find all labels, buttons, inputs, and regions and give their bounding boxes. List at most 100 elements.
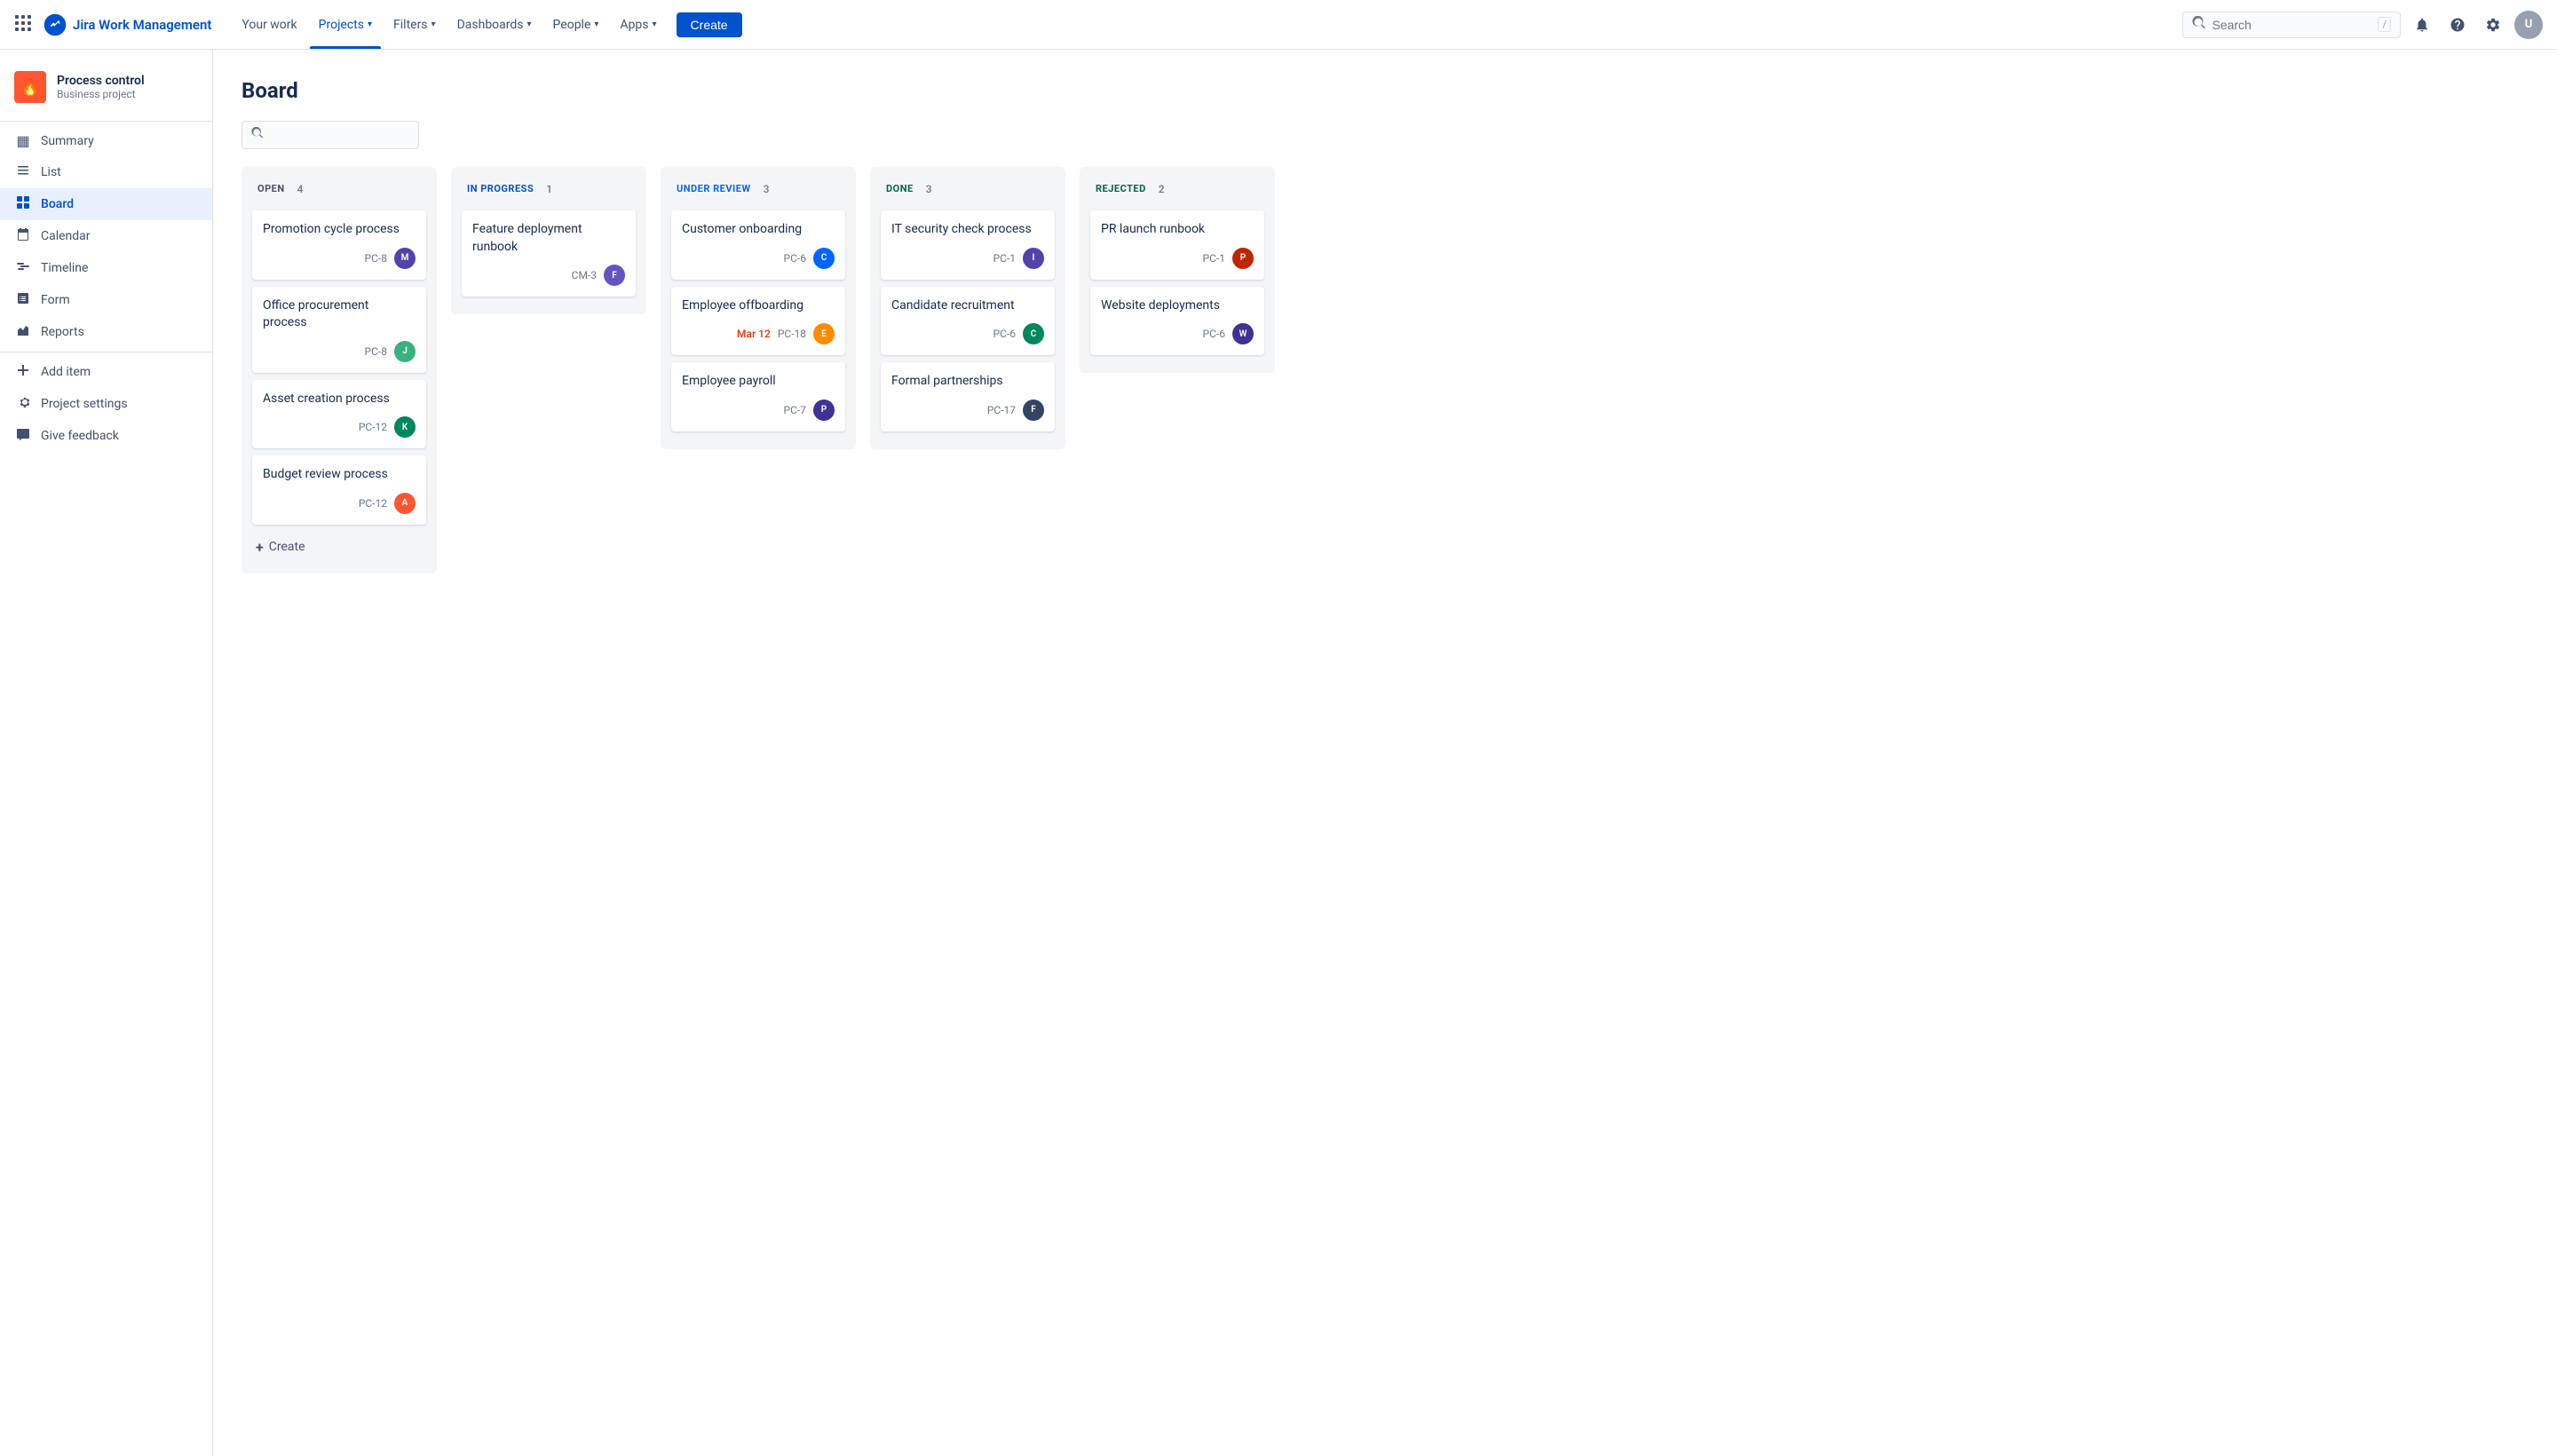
create-label: Create — [269, 540, 305, 554]
card-title: Promotion cycle process — [263, 221, 416, 239]
grid-icon[interactable] — [14, 14, 32, 36]
card-title: Candidate recruitment — [891, 297, 1044, 315]
sidebar-item-reports[interactable]: Reports — [0, 316, 212, 348]
card-footer: PC-12A — [263, 493, 416, 514]
card-title: Feature deployment runbook — [472, 221, 625, 256]
card-avatar: C — [1023, 323, 1044, 344]
card-id: PC-6 — [1203, 328, 1225, 340]
card-avatar: M — [394, 248, 416, 269]
board-card[interactable]: PR launch runbookPC-1P — [1090, 210, 1264, 280]
card-id: PC-1 — [1203, 252, 1225, 265]
card-id: PC-7 — [784, 404, 806, 416]
card-title: Formal partnerships — [891, 373, 1044, 391]
board-card[interactable]: Promotion cycle process PC-8 M — [252, 210, 426, 280]
search-input[interactable] — [2212, 18, 2372, 32]
column-header-in-progress: IN PROGRESS1 — [462, 178, 636, 200]
column-label-under-review: UNDER REVIEW — [671, 181, 756, 196]
board-card[interactable]: IT security check process PC-1 I — [881, 210, 1055, 280]
board-card[interactable]: Employee offboardingMar 12PC-18E — [671, 287, 845, 356]
nav-projects[interactable]: Projects ▾ — [310, 12, 381, 37]
calendar-icon — [14, 227, 32, 245]
card-avatar: E — [813, 323, 835, 344]
board-card[interactable]: Asset creation process PC-12 K — [252, 380, 426, 449]
sidebar-item-timeline[interactable]: Timeline — [0, 252, 212, 284]
nav-people[interactable]: People ▾ — [544, 12, 608, 37]
column-label-in-progress: IN PROGRESS — [462, 181, 539, 196]
sidebar-item-add-item[interactable]: Add item — [0, 356, 212, 388]
create-card-button[interactable]: + Create — [252, 532, 426, 563]
card-avatar: I — [1023, 248, 1044, 269]
card-footer: PC-1 I — [891, 248, 1044, 269]
reports-icon — [14, 323, 32, 341]
card-footer: PC-7P — [682, 400, 835, 421]
notifications-button[interactable] — [2408, 11, 2436, 39]
card-id: PC-17 — [987, 404, 1016, 416]
board-card[interactable]: Customer onboardingPC-6C — [671, 210, 845, 280]
topnav: Jira Work Management Your work Projects … — [0, 0, 2557, 50]
column-count-open: 4 — [297, 183, 304, 195]
board-card[interactable]: Website deployments PC-6W — [1090, 287, 1264, 356]
card-avatar: F — [1023, 400, 1044, 421]
card-title: Customer onboarding — [682, 221, 835, 239]
card-id: PC-8 — [365, 252, 387, 265]
filters-chevron-icon: ▾ — [431, 20, 436, 29]
card-id: CM-3 — [572, 269, 597, 281]
topnav-nav: Your work Projects ▾ Filters ▾ Dashboard… — [233, 12, 2182, 37]
board-columns: OPEN 4 Promotion cycle process PC-8 M Office … — [241, 167, 2529, 574]
board-search-input[interactable] — [269, 128, 409, 142]
column-label-done: DONE — [881, 181, 919, 196]
sidebar-item-give-feedback[interactable]: Give feedback — [0, 420, 212, 452]
board-card[interactable]: Candidate recruitment PC-6C — [881, 287, 1055, 356]
column-under-review: UNDER REVIEW3Customer onboardingPC-6CEmp… — [661, 167, 856, 449]
card-title: Website deployments — [1101, 297, 1254, 315]
summary-icon: ▦ — [14, 132, 32, 149]
card-avatar: C — [813, 248, 835, 269]
card-id: PC-12 — [359, 421, 387, 433]
column-label-open: OPEN — [252, 181, 290, 196]
card-footer: PC-6C — [891, 323, 1044, 344]
nav-apps[interactable]: Apps ▾ — [611, 12, 665, 37]
board-card[interactable]: Formal partnerships PC-17 F — [881, 362, 1055, 431]
column-done: DONE3IT security check processPC-1ICandi… — [870, 167, 1065, 449]
board-card[interactable]: Employee payrollPC-7P — [671, 362, 845, 431]
logo[interactable]: Jira Work Management — [43, 12, 211, 37]
nav-filters[interactable]: Filters ▾ — [384, 12, 445, 37]
search-bar[interactable]: / — [2182, 12, 2401, 38]
help-button[interactable] — [2443, 11, 2472, 39]
settings-button[interactable] — [2479, 11, 2507, 39]
timeline-icon — [14, 259, 32, 277]
sidebar-item-board[interactable]: Board — [0, 188, 212, 220]
board-card[interactable]: Office procurement processPC-8J — [252, 287, 426, 373]
card-footer: PC-17 F — [891, 400, 1044, 421]
sidebar-item-list[interactable]: List — [0, 156, 212, 188]
project-type: Business project — [57, 88, 145, 100]
board-card[interactable]: Feature deployment runbookCM-3F — [462, 210, 636, 297]
sidebar: 🔥 Process control Business project ▦ Sum… — [0, 50, 213, 1456]
column-open: OPEN 4 Promotion cycle process PC-8 M Office … — [241, 167, 437, 574]
project-settings-icon — [14, 395, 32, 413]
sidebar-item-summary[interactable]: ▦ Summary — [0, 125, 212, 156]
plus-icon: + — [256, 539, 264, 556]
card-id: PC-1 — [994, 252, 1016, 265]
column-count-rejected: 2 — [1159, 183, 1165, 195]
people-chevron-icon: ▾ — [594, 20, 598, 29]
card-title: Budget review process — [263, 466, 416, 484]
user-avatar[interactable]: U — [2514, 11, 2543, 39]
give-feedback-icon — [14, 427, 32, 445]
form-icon — [14, 291, 32, 309]
sidebar-divider — [0, 121, 212, 122]
sidebar-item-project-settings[interactable]: Project settings — [0, 388, 212, 420]
create-button[interactable]: Create — [677, 12, 742, 37]
card-title: Asset creation process — [263, 391, 416, 408]
board-search[interactable] — [241, 121, 419, 149]
card-title: Employee offboarding — [682, 297, 835, 315]
board-card[interactable]: Budget review process PC-12A — [252, 455, 426, 525]
card-title: IT security check process — [891, 221, 1044, 239]
dashboards-chevron-icon: ▾ — [527, 20, 532, 29]
sidebar-item-form[interactable]: Form — [0, 284, 212, 316]
sidebar-item-calendar[interactable]: Calendar — [0, 220, 212, 252]
card-avatar: K — [394, 416, 416, 438]
nav-your-work[interactable]: Your work — [233, 12, 305, 37]
card-footer: PC-6W — [1101, 323, 1254, 344]
nav-dashboards[interactable]: Dashboards ▾ — [448, 12, 541, 37]
